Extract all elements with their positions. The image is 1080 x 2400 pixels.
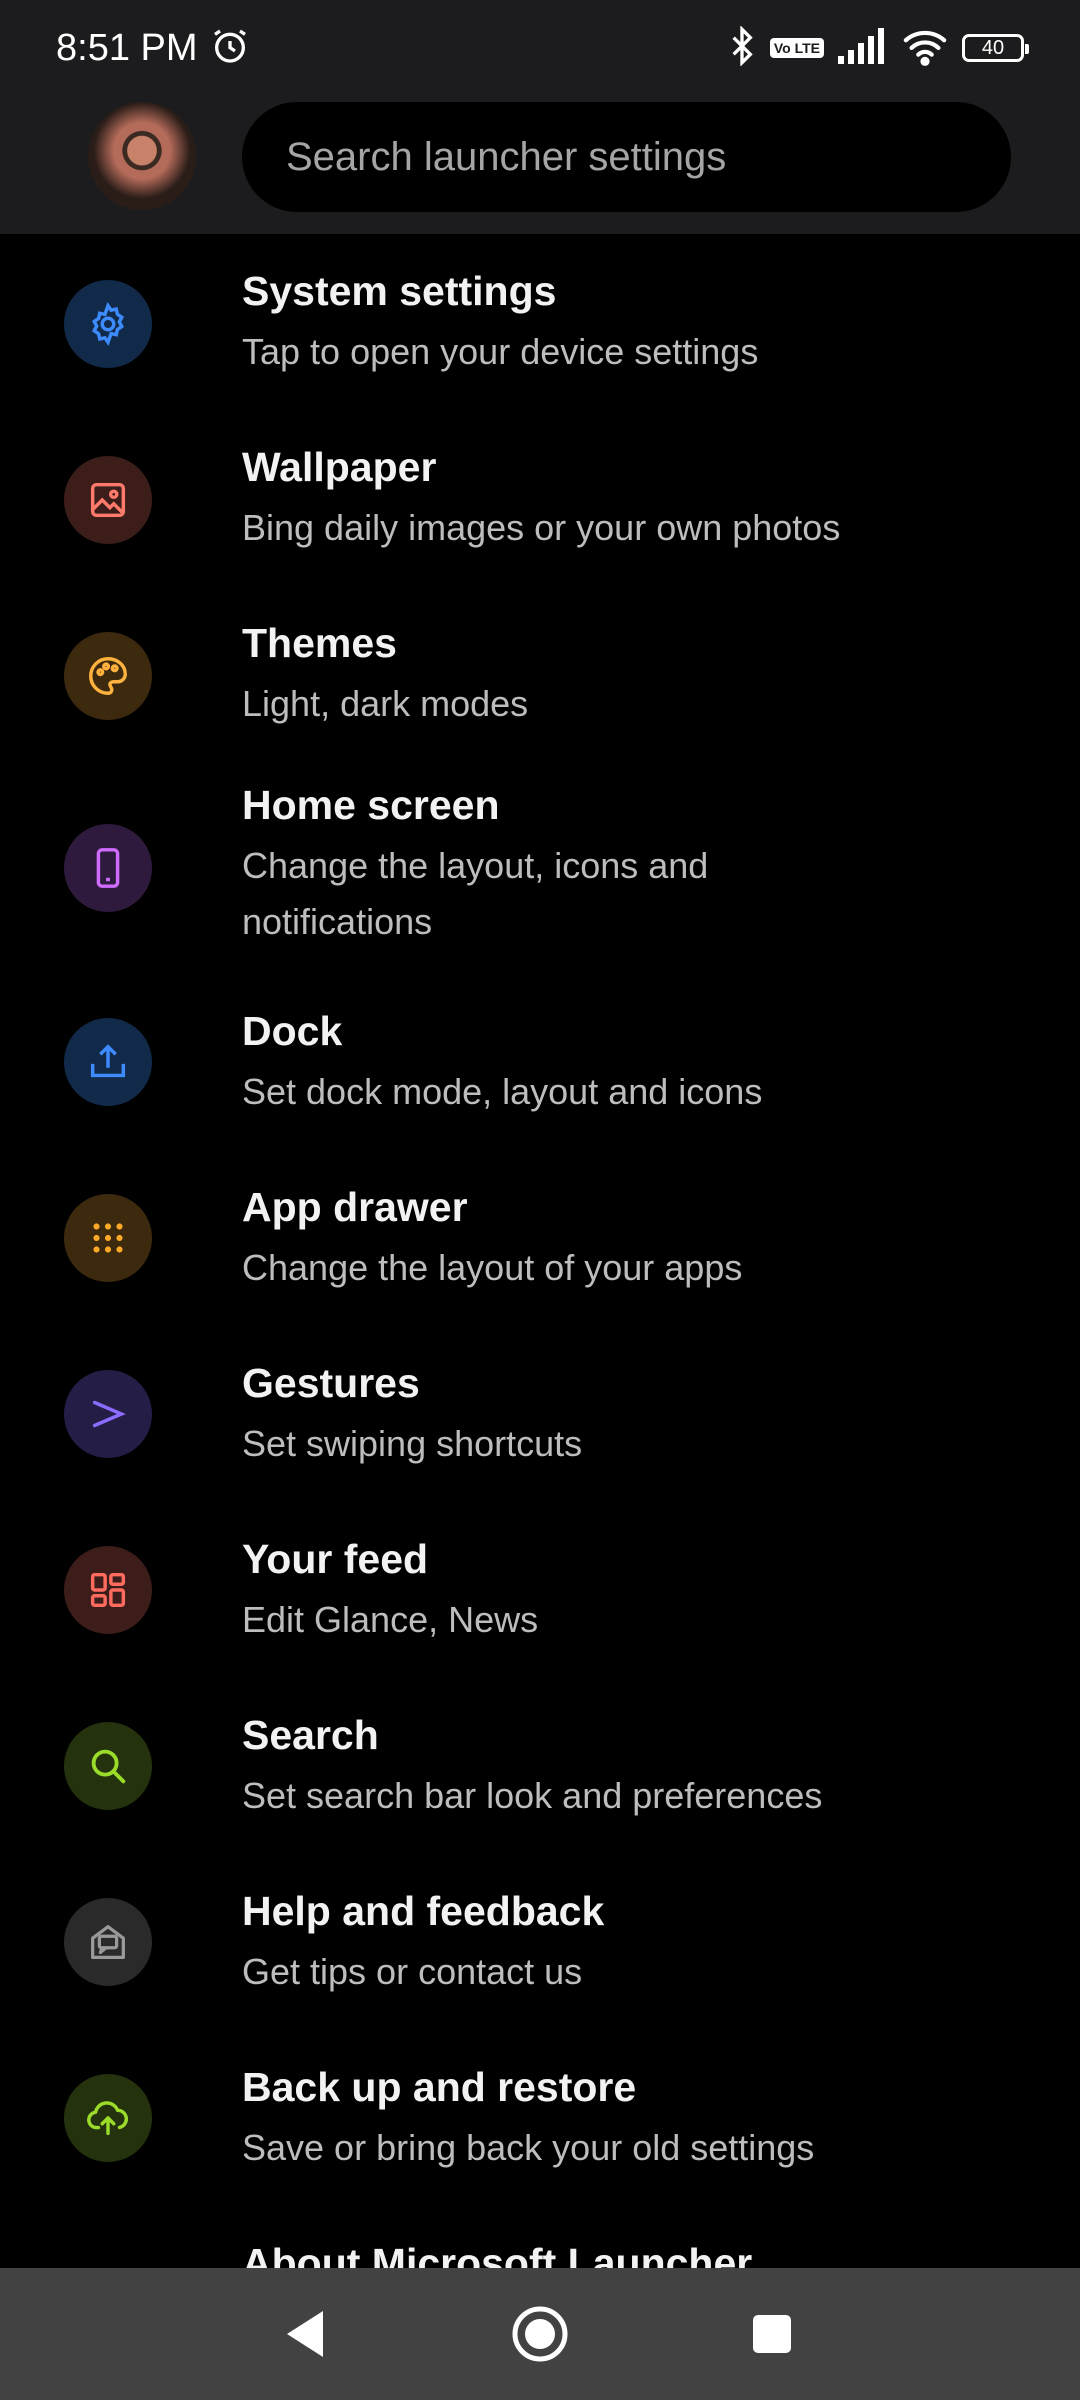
status-time: 8:51 PM (56, 26, 198, 69)
item-subtitle: Set search bar look and preferences (242, 1775, 823, 1816)
item-subtitle: Set swiping shortcuts (242, 1423, 583, 1464)
avatar[interactable] (88, 102, 196, 210)
settings-item-help-and-feedback[interactable]: Help and feedback Get tips or contact us (0, 1870, 1080, 2046)
settings-item-about[interactable]: About Microsoft Launcher (0, 2222, 1080, 2268)
status-bar: 8:51 PM Vo LTE 40 (0, 0, 1080, 96)
settings-item-wallpaper[interactable]: Wallpaper Bing daily images or your own … (0, 410, 1080, 586)
grid-dots-icon (64, 1194, 152, 1282)
settings-item-app-drawer[interactable]: App drawer Change the layout of your app… (0, 1166, 1080, 1342)
volte-icon: Vo LTE (769, 38, 824, 58)
alarm-icon (210, 26, 250, 71)
settings-item-back-up-and-restore[interactable]: Back up and restore Save or bring back y… (0, 2046, 1080, 2222)
help-mail-icon (64, 1898, 152, 1986)
item-subtitle: Change the layout, icons and notificatio… (242, 845, 709, 942)
bluetooth-icon (728, 24, 756, 71)
gear-icon (64, 280, 152, 368)
header: Search launcher settings (0, 96, 1080, 234)
item-title: App drawer (242, 1184, 468, 1230)
settings-item-gestures[interactable]: Gestures Set swiping shortcuts (0, 1342, 1080, 1518)
item-title: Back up and restore (242, 2064, 637, 2110)
item-title: System settings (242, 268, 557, 314)
palette-icon (64, 632, 152, 720)
settings-item-your-feed[interactable]: Your feed Edit Glance, News (0, 1518, 1080, 1694)
settings-item-home-screen[interactable]: Home screen Change the layout, icons and… (0, 762, 1080, 990)
settings-item-search[interactable]: Search Set search bar look and preferenc… (0, 1694, 1080, 1870)
recents-button[interactable] (736, 2298, 808, 2370)
settings-item-system-settings[interactable]: System settings Tap to open your device … (0, 234, 1080, 410)
item-title: Wallpaper (242, 444, 437, 490)
wifi-icon (902, 26, 948, 71)
item-subtitle: Change the layout of your apps (242, 1247, 743, 1288)
item-subtitle: Bing daily images or your own photos (242, 507, 841, 548)
battery-icon: 40 (962, 34, 1029, 62)
settings-item-themes[interactable]: Themes Light, dark modes (0, 586, 1080, 762)
image-icon (64, 456, 152, 544)
cloud-upload-icon (64, 2074, 152, 2162)
gesture-icon (64, 1370, 152, 1458)
item-title: Help and feedback (242, 1888, 605, 1934)
dashboard-icon (64, 1546, 152, 1634)
item-subtitle: Light, dark modes (242, 683, 529, 724)
navigation-bar (0, 2268, 1080, 2400)
settings-item-dock[interactable]: Dock Set dock mode, layout and icons (0, 990, 1080, 1166)
item-subtitle: Save or bring back your old settings (242, 2127, 815, 2168)
item-title: Gestures (242, 1360, 420, 1406)
item-title: Search (242, 1712, 379, 1758)
item-subtitle: Tap to open your device settings (242, 331, 759, 372)
item-title: Your feed (242, 1536, 429, 1582)
search-icon (64, 1722, 152, 1810)
item-subtitle: Edit Glance, News (242, 1599, 539, 1640)
upload-icon (64, 1018, 152, 1106)
home-button[interactable] (504, 2298, 576, 2370)
item-subtitle: Get tips or contact us (242, 1951, 583, 1992)
back-button[interactable] (270, 2298, 342, 2370)
item-title: Home screen (242, 782, 500, 828)
item-subtitle: Set dock mode, layout and icons (242, 1071, 763, 1112)
item-title: About Microsoft Launcher (242, 2240, 753, 2268)
settings-list: System settings Tap to open your device … (0, 234, 1080, 2268)
item-title: Themes (242, 620, 397, 666)
search-placeholder: Search launcher settings (286, 134, 727, 179)
search-input[interactable]: Search launcher settings (242, 102, 1011, 212)
item-title: Dock (242, 1008, 343, 1054)
signal-icon (838, 27, 888, 69)
phone-icon (64, 824, 152, 912)
